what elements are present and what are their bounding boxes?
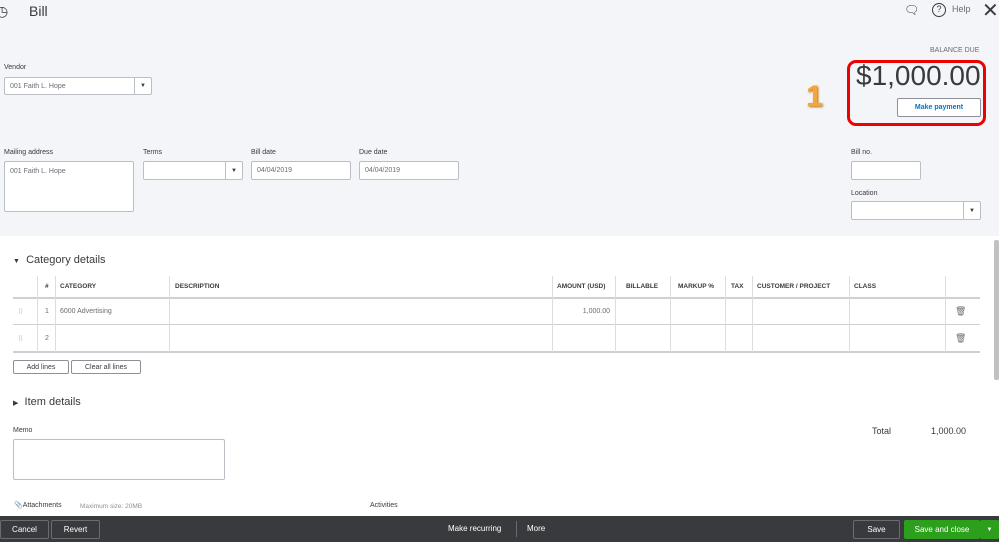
col-category: CATEGORY [60,283,97,290]
caret-down-icon: ▼ [13,258,20,265]
row-category[interactable]: 6000 Advertising [60,308,112,315]
terms-select[interactable]: ▼ [143,161,243,180]
location-select[interactable]: ▼ [851,201,981,220]
chevron-down-icon: ▼ [963,202,980,219]
balance-due-label: BALANCE DUE [930,47,980,54]
make-recurring-button[interactable]: Make recurring [448,524,501,533]
vendor-value: 001 Faith L. Hope [10,82,66,90]
save-and-close-button[interactable]: Save and close [904,520,980,539]
history-icon[interactable]: ◷ [0,3,8,20]
drag-handle-icon[interactable]: ⠿ [18,308,23,316]
col-billable: BILLABLE [626,283,659,290]
terms-label: Terms [143,149,163,156]
make-payment-button[interactable]: Make payment [897,98,981,117]
clear-lines-button[interactable]: Clear all lines [71,360,141,374]
bill-date-label: Bill date [251,149,276,156]
balance-amount: $1,000.00 [856,60,981,91]
due-date-value: 04/04/2019 [365,167,401,174]
item-details-toggle[interactable]: ▶ Item details [13,396,81,408]
memo-label: Memo [13,427,33,434]
row-num: 1 [45,308,49,315]
total-label: Total [872,426,892,436]
col-tax: TAX [731,283,744,290]
attachments-label: Attachments [22,502,62,509]
attachments-max: Maximum size: 20MB [80,503,143,510]
item-details-title: Item details [24,396,81,408]
category-details-title: Category details [26,254,106,266]
col-description: DESCRIPTION [175,283,220,290]
category-details-toggle[interactable]: ▼ Category details [13,254,106,266]
bill-no-label: Bill no. [851,149,873,156]
close-icon[interactable]: ✕ [982,0,999,23]
help-link[interactable]: Help [952,4,971,14]
due-date-input[interactable]: 04/04/2019 [359,161,459,180]
activities-label: Activities [370,502,398,509]
save-button[interactable]: Save [853,520,900,539]
col-markup: MARKUP % [678,283,714,290]
mailing-value: 001 Faith L. Hope [10,168,66,175]
more-button[interactable]: More [527,524,545,533]
attachments-link[interactable]: 📎Attachments [14,501,62,509]
footer-bar: Cancel Revert Make recurring More Save S… [0,516,999,542]
col-class: CLASS [854,283,877,290]
vendor-label: Vendor [4,64,27,71]
due-date-label: Due date [359,149,388,156]
col-amount: AMOUNT (USD) [557,283,606,290]
drag-handle-icon[interactable]: ⠿ [18,335,23,343]
memo-input[interactable] [13,439,225,480]
cancel-button[interactable]: Cancel [0,520,49,539]
trash-icon[interactable]: 🗑 [955,333,966,344]
trash-icon[interactable]: 🗑 [955,306,966,317]
vendor-select[interactable]: 001 Faith L. Hope ▼ [4,77,152,95]
divider [516,521,517,537]
chevron-down-icon: ▼ [225,162,242,179]
caret-right-icon: ▶ [13,400,19,407]
mailing-label: Mailing address [4,149,54,156]
annotation-number: 1 [806,80,823,113]
chevron-down-icon[interactable]: ▼ [980,520,999,539]
row-amount[interactable]: 1,000.00 [560,308,610,315]
bill-date-input[interactable]: 04/04/2019 [251,161,351,180]
add-lines-button[interactable]: Add lines [13,360,69,374]
chevron-down-icon: ▼ [134,78,151,94]
feedback-icon[interactable]: 🗨 [904,3,919,17]
page-title: Bill [29,3,48,19]
revert-button[interactable]: Revert [51,520,100,539]
col-num: # [45,283,49,290]
bill-no-input[interactable] [851,161,921,180]
bill-date-value: 04/04/2019 [257,167,293,174]
total-value: 1,000.00 [931,426,967,436]
mailing-address-input[interactable]: 001 Faith L. Hope [4,161,134,212]
scrollbar[interactable] [994,240,999,380]
help-icon[interactable]: ? [932,3,946,17]
col-customer: CUSTOMER / PROJECT [757,283,831,290]
location-label: Location [851,190,878,197]
row-num: 2 [45,335,49,342]
paperclip-icon: 📎 [14,502,23,509]
